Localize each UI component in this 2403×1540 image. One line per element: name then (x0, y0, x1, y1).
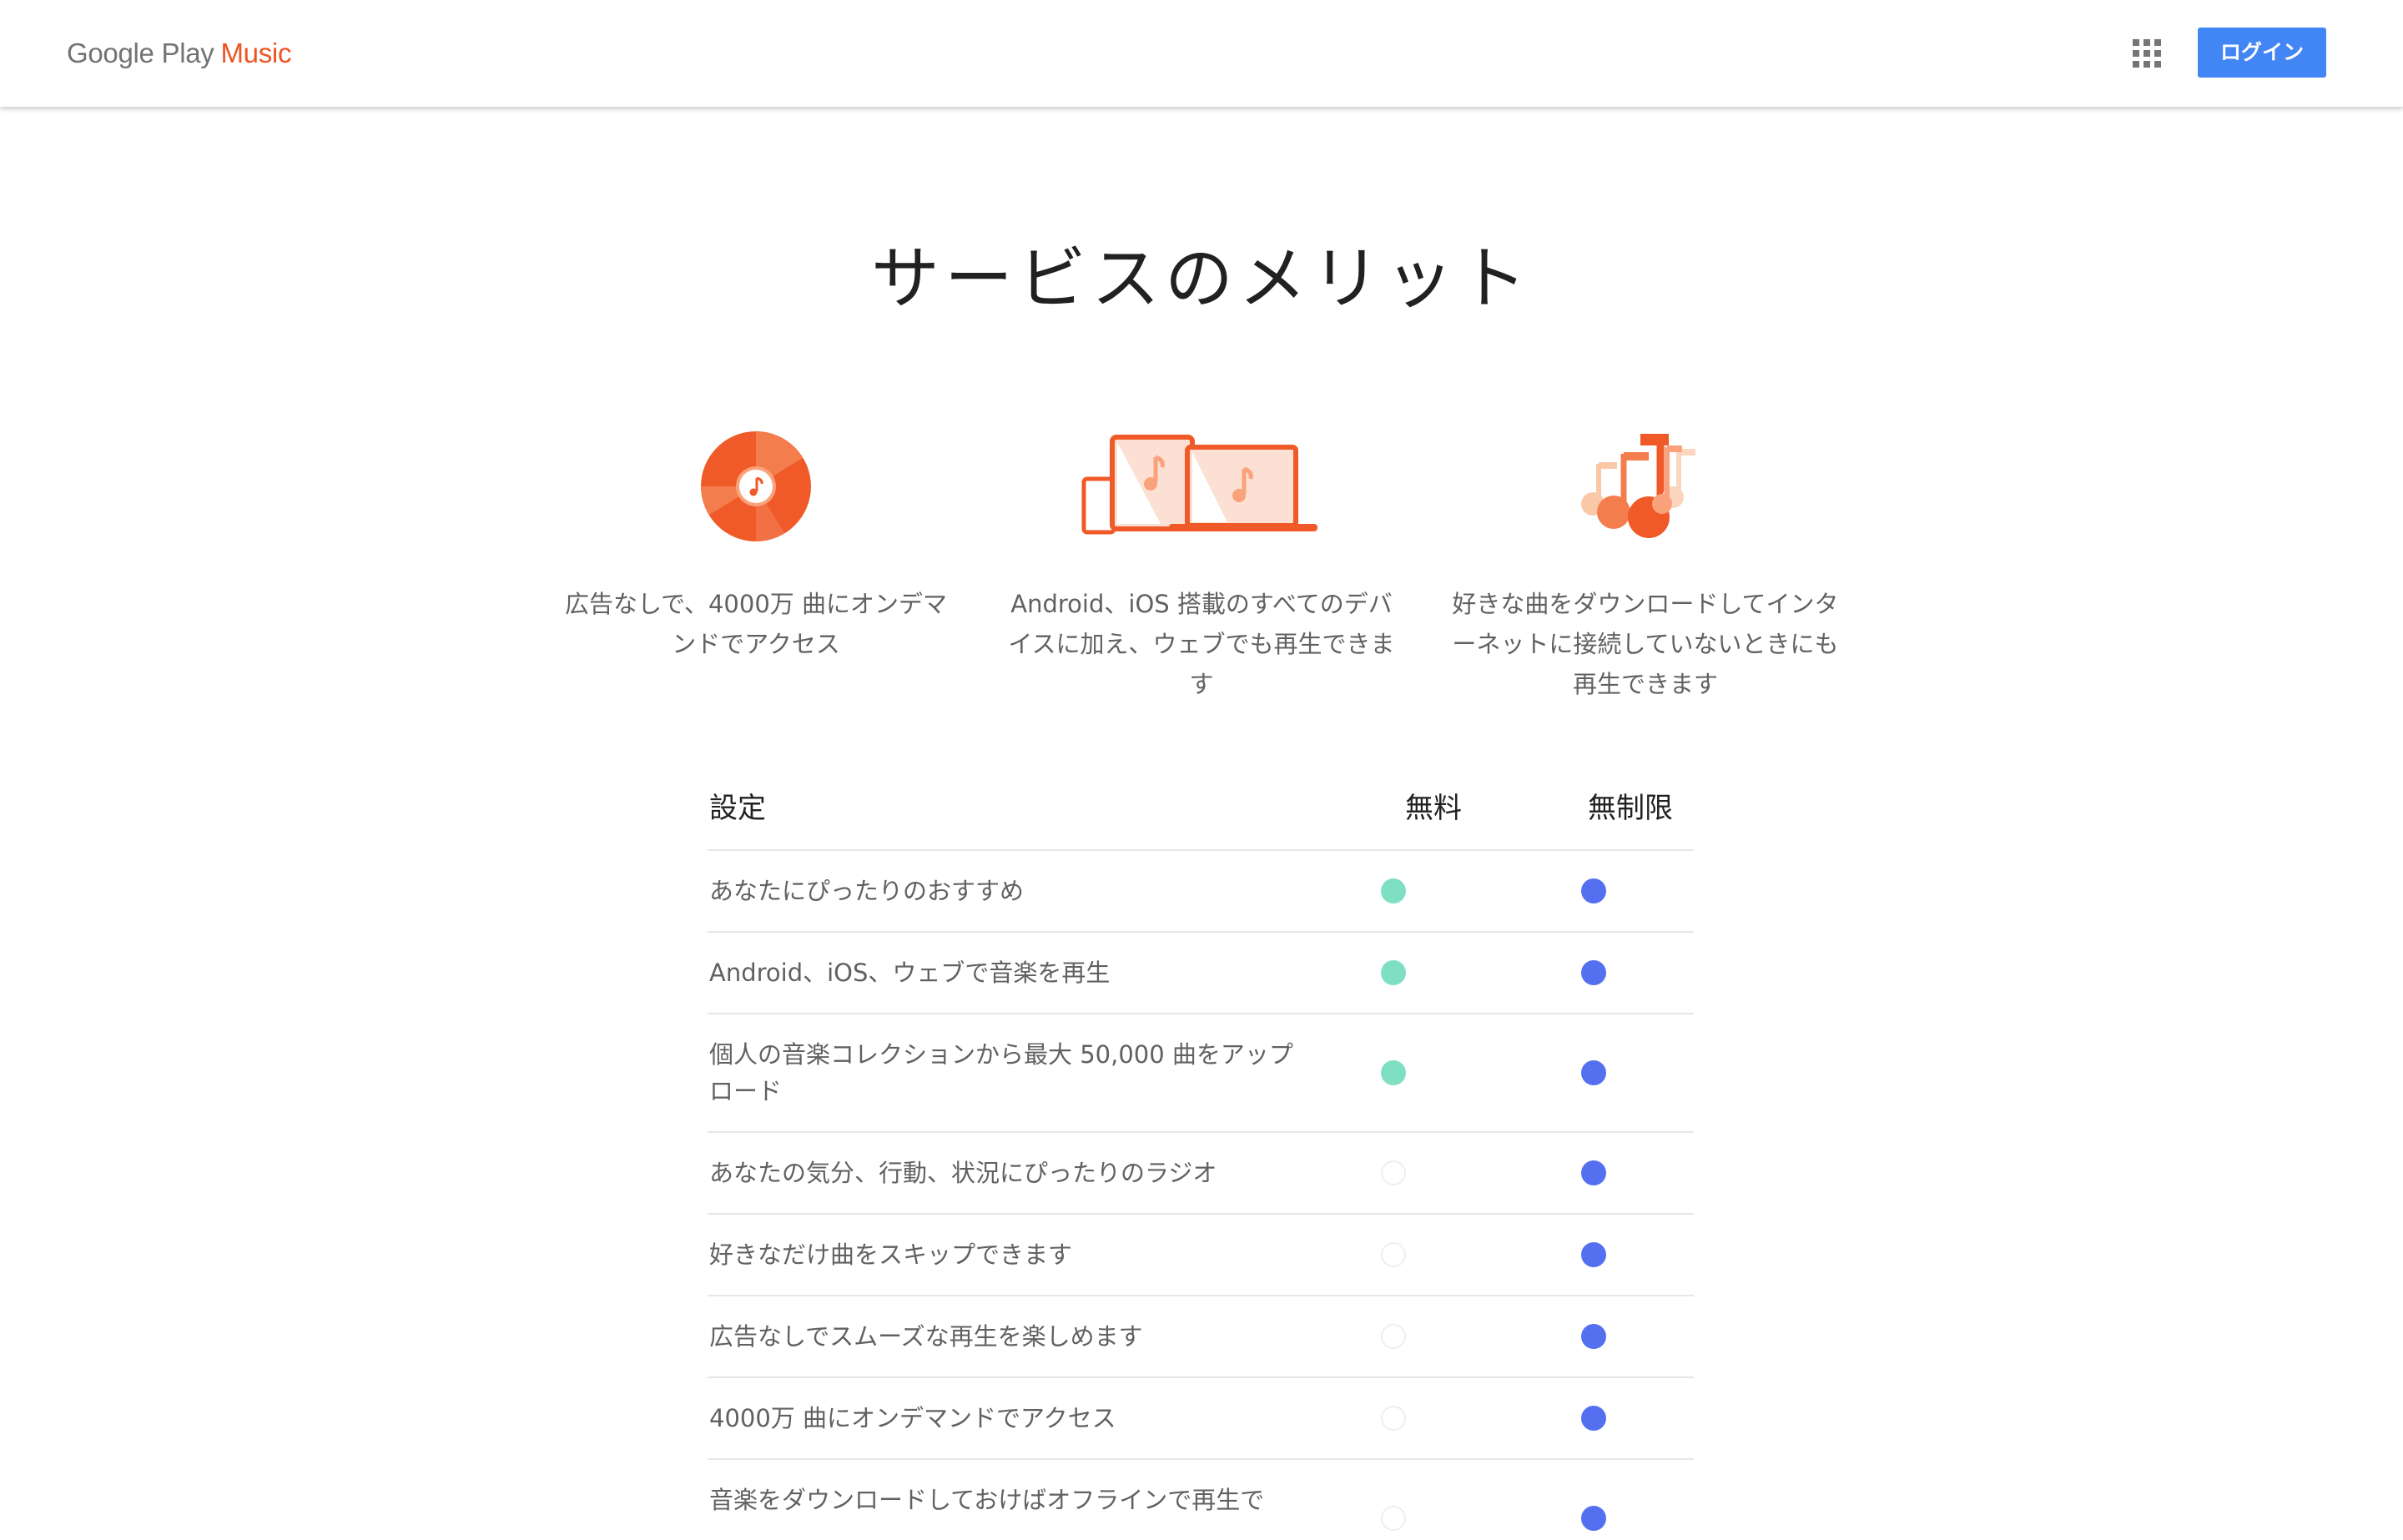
unlimited-check-dot (1581, 1324, 1606, 1349)
feature-text: 広告なしで、4000万 曲にオンデマンドでアクセス (565, 590, 947, 658)
table-row: Android、iOS、ウェブで音楽を再生 (708, 933, 1694, 1014)
unlimited-check-dot (1581, 1060, 1606, 1085)
row-label: 音楽をダウンロードしておけばオフラインで再生で (709, 1486, 1265, 1514)
login-button[interactable]: ログイン (2198, 28, 2326, 78)
unlimited-check-dot (1581, 1160, 1606, 1185)
table-row: 好きなだけ曲をスキップできます (708, 1215, 1694, 1296)
row-label: 個人の音楽コレクションから最大 50,000 曲をアップロード (709, 1040, 1293, 1105)
free-empty-dot (1381, 1324, 1406, 1349)
comparison-table: 設定 無料 無制限 あなたにぴったりのおすすめ Android、iOS、ウェブで… (708, 767, 1694, 1540)
table-row: あなたにぴったりのおすすめ (708, 851, 1694, 933)
unlimited-check-dot (1581, 960, 1606, 985)
table-row: 広告なしでスムーズな再生を楽しめます (708, 1296, 1694, 1378)
feature-ad-free: 広告なしで、4000万 曲にオンデマンドでアクセス (560, 425, 952, 664)
free-empty-dot (1381, 1242, 1406, 1267)
row-label: Android、iOS、ウェブで音楽を再生 (709, 959, 1111, 987)
free-empty-dot (1381, 1160, 1406, 1185)
feature-offline: 好きな曲をダウンロードしてインターネットに接続していないときにも再生できます (1449, 425, 1841, 704)
table-row: 4000万 曲にオンデマンドでアクセス (708, 1378, 1694, 1460)
logo-google-play-text: Google Play (67, 38, 214, 68)
unlimited-check-dot (1581, 1506, 1606, 1531)
page-title: サービスのメリット (870, 239, 1532, 319)
feature-text: 好きな曲をダウンロードしてインターネットに接続していないときにも再生できます (1452, 590, 1839, 698)
free-check-dot (1381, 878, 1406, 903)
google-play-music-logo[interactable]: Google Play Music (67, 33, 291, 73)
unlimited-check-dot (1581, 878, 1606, 903)
free-empty-dot (1381, 1406, 1406, 1431)
vinyl-record-icon (560, 425, 952, 542)
feature-text: Android、iOS 搭載のすべてのデバイスに加え、ウェブでも再生できます (1008, 590, 1395, 698)
logo-music-text: Music (220, 38, 292, 68)
apps-grid-icon[interactable] (2133, 39, 2161, 68)
header-unlimited: 無制限 (1588, 792, 1673, 825)
unlimited-check-dot (1581, 1406, 1606, 1431)
table-row: 音楽をダウンロードしておけばオフラインで再生で (708, 1460, 1694, 1540)
table-header: 設定 無料 無制限 (708, 767, 1694, 851)
row-label: 広告なしでスムーズな再生を楽しめます (709, 1322, 1143, 1351)
music-notes-icon (1449, 425, 1841, 542)
free-empty-dot (1381, 1506, 1406, 1531)
table-row: あなたの気分、行動、状況にぴったりのラジオ (708, 1133, 1694, 1215)
table-row: 個人の音楽コレクションから最大 50,000 曲をアップロード (708, 1014, 1694, 1133)
row-label: 好きなだけ曲をスキップできます (709, 1241, 1073, 1269)
free-check-dot (1381, 1060, 1406, 1085)
header-free: 無料 (1405, 792, 1462, 825)
row-label: 4000万 曲にオンデマンドでアクセス (709, 1404, 1116, 1432)
unlimited-check-dot (1581, 1242, 1606, 1267)
feature-devices: Android、iOS 搭載のすべてのデバイスに加え、ウェブでも再生できます (1005, 425, 1398, 704)
header-setting: 設定 (709, 792, 766, 825)
free-check-dot (1381, 960, 1406, 985)
top-app-bar: Google Play Music ログイン (0, 0, 2403, 107)
devices-icon (1005, 425, 1398, 542)
row-label: あなたの気分、行動、状況にぴったりのラジオ (709, 1159, 1217, 1187)
row-label: あなたにぴったりのおすすめ (709, 877, 1025, 905)
